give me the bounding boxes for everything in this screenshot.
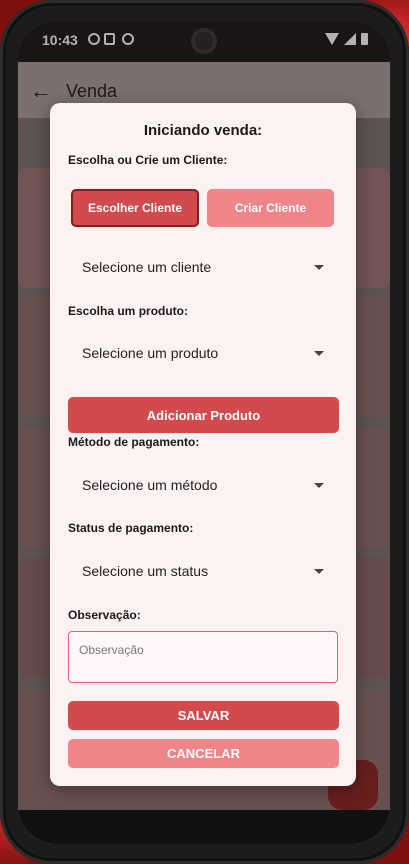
create-client-button[interactable]: Criar Cliente — [207, 189, 334, 227]
product-select[interactable]: Selecione um produto — [68, 333, 338, 373]
chevron-down-icon — [314, 265, 324, 270]
navigation-bar — [18, 810, 390, 844]
chevron-down-icon — [314, 569, 324, 574]
client-select-value: Selecione um cliente — [82, 259, 212, 275]
product-select-value: Selecione um produto — [82, 345, 219, 361]
product-label: Escolha um produto: — [68, 304, 188, 318]
chevron-down-icon — [314, 483, 324, 488]
payment-method-value: Selecione um método — [82, 477, 218, 493]
dialog-title: Iniciando venda: — [143, 122, 263, 139]
payment-status-select[interactable]: Selecione um status — [68, 551, 338, 591]
client-select[interactable]: Selecione um cliente — [68, 247, 338, 287]
choose-client-button[interactable]: Escolher Cliente — [71, 189, 199, 227]
notes-label: Observação: — [68, 608, 141, 622]
payment-method-label: Método de pagamento: — [68, 435, 200, 449]
add-product-button[interactable]: Adicionar Produto — [68, 397, 339, 433]
client-label: Escolha ou Crie um Cliente: — [68, 153, 228, 167]
payment-method-select[interactable]: Selecione um método — [68, 465, 338, 505]
notes-field[interactable]: Observação — [68, 631, 338, 683]
new-sale-dialog: Iniciando venda: Escolha ou Crie um Clie… — [50, 103, 356, 786]
payment-status-label: Status de pagamento: — [68, 521, 194, 535]
save-button[interactable]: SALVAR — [68, 701, 339, 730]
chevron-down-icon — [314, 351, 324, 356]
cancel-button[interactable]: CANCELAR — [68, 739, 339, 768]
payment-status-value: Selecione um status — [82, 563, 209, 579]
notes-placeholder: Observação — [79, 643, 144, 657]
